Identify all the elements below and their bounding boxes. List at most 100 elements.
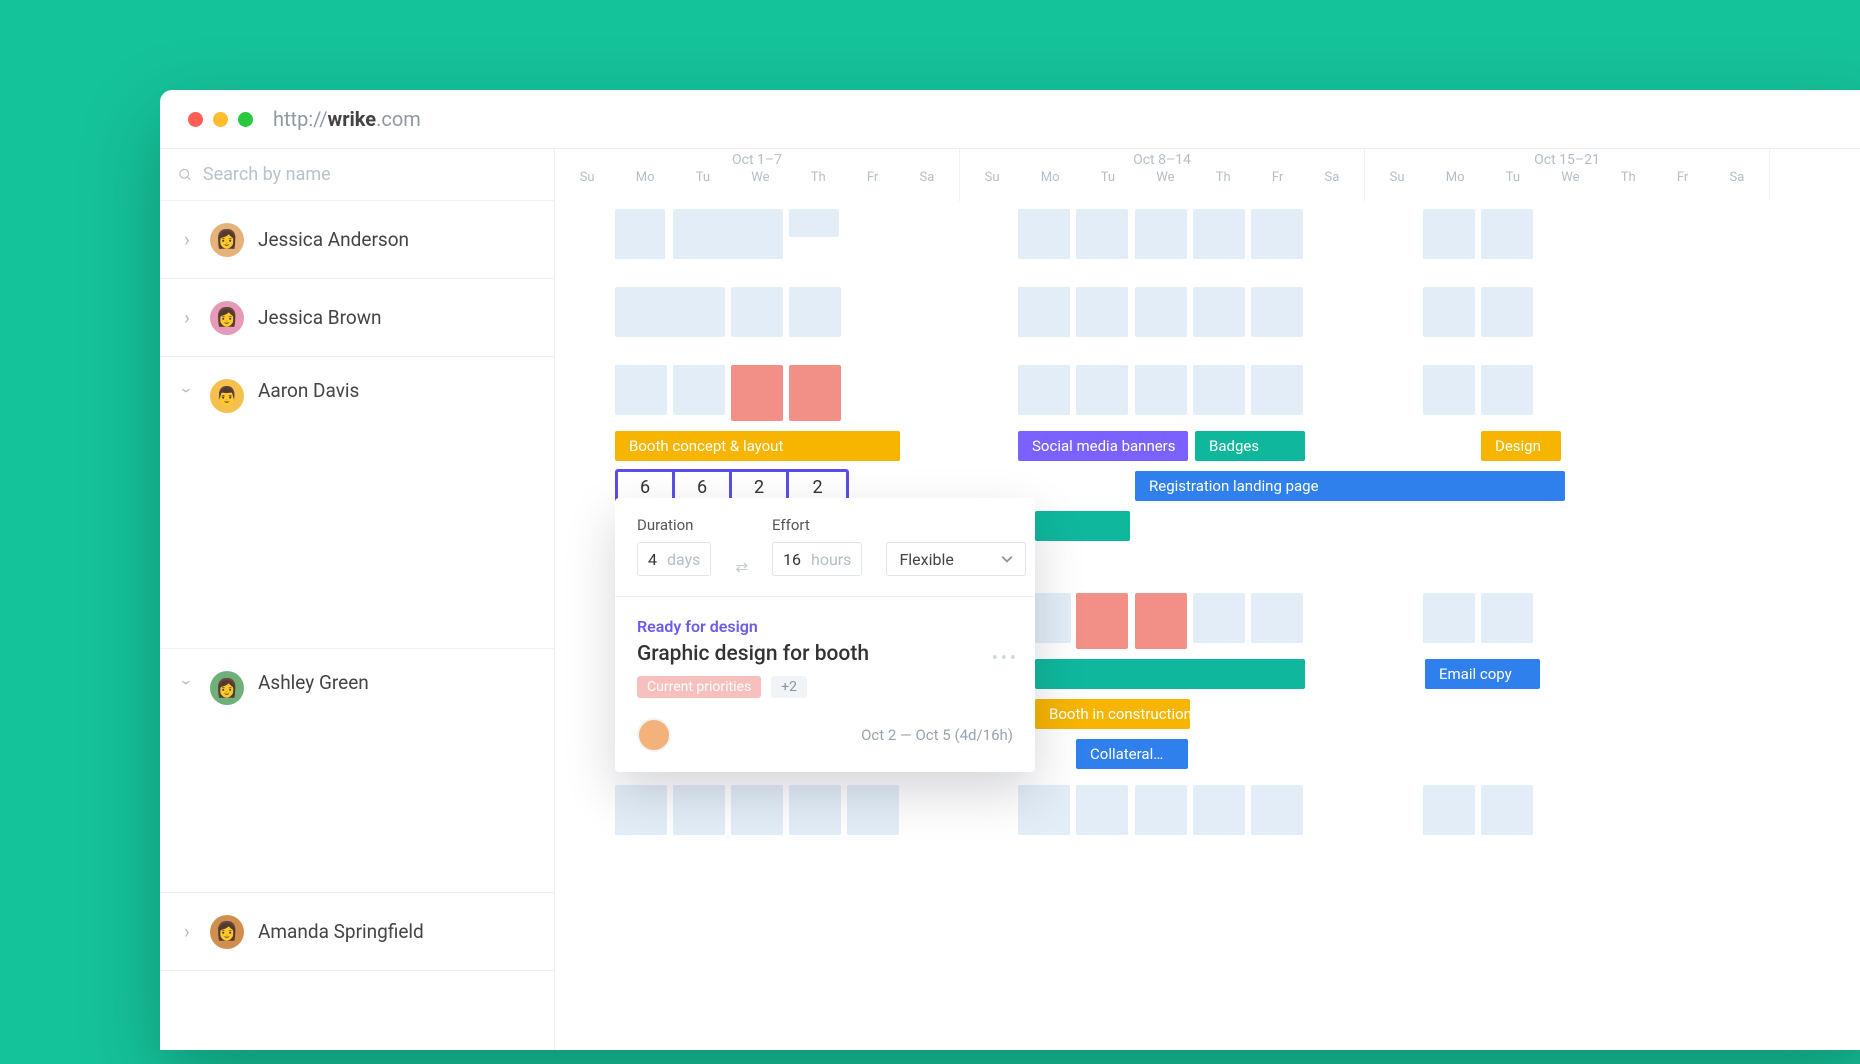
capacity-cell bbox=[1251, 785, 1303, 835]
chevron-down-icon: › bbox=[176, 674, 199, 692]
task-status[interactable]: Ready for design bbox=[637, 617, 1013, 636]
assignee-avatar[interactable] bbox=[637, 718, 671, 752]
task-bar[interactable]: Badges bbox=[1195, 431, 1305, 461]
overload-cell bbox=[1135, 593, 1187, 649]
capacity-cell bbox=[1076, 365, 1128, 415]
capacity-cell bbox=[1135, 287, 1187, 337]
capacity-cell bbox=[731, 287, 783, 337]
task-detail-panel: Duration 4 days ⇄ Effort 16 hours . Flex… bbox=[615, 498, 1035, 772]
capacity-cell bbox=[1423, 785, 1475, 835]
capacity-cell bbox=[1481, 287, 1533, 337]
capacity-cell bbox=[1481, 209, 1533, 259]
effort-input[interactable]: 16 hours bbox=[772, 542, 862, 576]
person-row[interactable]: › 👩 Ashley Green bbox=[160, 649, 554, 893]
capacity-cell bbox=[1251, 365, 1303, 415]
search-icon bbox=[178, 167, 193, 183]
task-bar[interactable]: Design bbox=[1481, 431, 1561, 461]
capacity-cell bbox=[1018, 287, 1070, 337]
capacity-cell bbox=[1193, 209, 1245, 259]
capacity-cell bbox=[1481, 785, 1533, 835]
week-title: Oct 15–21 bbox=[1365, 149, 1769, 168]
effort-mode-select[interactable]: Flexible bbox=[886, 542, 1026, 576]
capacity-cell bbox=[615, 785, 667, 835]
week-header: Oct 1–7 SuMoTuWeThFrSa bbox=[555, 149, 960, 201]
capacity-cell bbox=[1251, 209, 1303, 259]
week-title: Oct 8–14 bbox=[960, 149, 1364, 168]
avatar: 👩 bbox=[210, 671, 244, 705]
avatar: 👩 bbox=[210, 223, 244, 257]
chevron-right-icon: › bbox=[178, 920, 196, 943]
adjust-icon: ⇄ bbox=[729, 558, 754, 576]
capacity-cell bbox=[1018, 365, 1070, 415]
close-icon[interactable] bbox=[188, 112, 203, 127]
minimize-icon[interactable] bbox=[213, 112, 228, 127]
person-row[interactable]: › 👨 Aaron Davis bbox=[160, 357, 554, 649]
day-labels: SuMoTuWeThFrSa bbox=[555, 170, 959, 185]
tag-more[interactable]: +2 bbox=[771, 676, 807, 698]
capacity-cell bbox=[1193, 287, 1245, 337]
day-labels: SuMoTuWeThFrSa bbox=[1365, 170, 1769, 185]
task-bar[interactable]: Registration landing page bbox=[1135, 471, 1565, 501]
maximize-icon[interactable] bbox=[238, 112, 253, 127]
capacity-cell bbox=[1018, 209, 1070, 259]
capacity-cell bbox=[1076, 209, 1128, 259]
people-sidebar: › 👩 Jessica Anderson › 👩 Jessica Brown ›… bbox=[160, 148, 555, 1050]
avatar: 👩 bbox=[210, 301, 244, 335]
avatar: 👩 bbox=[210, 915, 244, 949]
task-tags: Current priorities +2 bbox=[637, 676, 1013, 698]
capacity-cell bbox=[847, 785, 899, 835]
capacity-cell bbox=[1076, 785, 1128, 835]
chevron-right-icon: › bbox=[178, 306, 196, 329]
capacity-cell bbox=[1135, 365, 1187, 415]
day-labels: SuMoTuWeThFrSa bbox=[960, 170, 1364, 185]
chevron-down-icon: › bbox=[176, 382, 199, 400]
duration-label: Duration bbox=[637, 516, 711, 534]
person-row[interactable]: › 👩 Amanda Springfield bbox=[160, 893, 554, 971]
capacity-cell bbox=[1076, 287, 1128, 337]
task-bar[interactable]: Booth concept & layout bbox=[615, 431, 900, 461]
week-title: Oct 1–7 bbox=[555, 149, 959, 168]
url-bar[interactable]: http://wrike.com bbox=[273, 107, 421, 131]
search-input[interactable] bbox=[203, 164, 536, 185]
person-row[interactable]: › 👩 Jessica Anderson bbox=[160, 201, 554, 279]
task-bar[interactable] bbox=[1035, 511, 1130, 541]
task-bar[interactable]: Social media banners bbox=[1018, 431, 1188, 461]
capacity-cell bbox=[1135, 209, 1187, 259]
capacity-cell bbox=[615, 287, 725, 337]
task-title: Graphic design for booth bbox=[637, 642, 1013, 666]
task-bar[interactable]: Booth in construction bbox=[1035, 699, 1190, 729]
week-header: Oct 8–14 SuMoTuWeThFrSa bbox=[960, 149, 1365, 201]
person-row[interactable]: › 👩 Jessica Brown bbox=[160, 279, 554, 357]
capacity-cell bbox=[731, 785, 783, 835]
traffic-lights bbox=[188, 112, 253, 127]
capacity-cell bbox=[1423, 209, 1475, 259]
capacity-cell bbox=[1193, 785, 1245, 835]
overload-cell bbox=[731, 365, 783, 421]
effort-label: Effort bbox=[772, 516, 862, 534]
capacity-cell bbox=[1251, 287, 1303, 337]
task-bar[interactable] bbox=[1035, 659, 1305, 689]
capacity-cell bbox=[1018, 785, 1070, 835]
task-bar[interactable]: Collateral… bbox=[1076, 739, 1188, 769]
person-name: Ashley Green bbox=[258, 671, 369, 694]
search-row bbox=[160, 149, 554, 201]
capacity-cell bbox=[1035, 593, 1071, 643]
url-suffix: .com bbox=[376, 107, 421, 131]
duration-input[interactable]: 4 days bbox=[637, 542, 711, 576]
capacity-cell bbox=[789, 785, 841, 835]
capacity-cell bbox=[673, 365, 725, 415]
capacity-cell bbox=[673, 209, 783, 259]
title-bar: http://wrike.com bbox=[160, 90, 1860, 148]
person-name: Aaron Davis bbox=[258, 379, 359, 402]
capacity-cell bbox=[673, 785, 725, 835]
tag[interactable]: Current priorities bbox=[637, 676, 761, 698]
person-name: Jessica Brown bbox=[258, 306, 381, 329]
capacity-cell bbox=[1423, 593, 1475, 643]
capacity-cell bbox=[1423, 365, 1475, 415]
chevron-down-icon bbox=[1001, 553, 1013, 565]
task-bar[interactable]: Email copy bbox=[1425, 659, 1540, 689]
capacity-cell bbox=[1135, 785, 1187, 835]
task-dates: Oct 2 — Oct 5 (4d/16h) bbox=[861, 726, 1013, 744]
more-icon[interactable]: ••• bbox=[992, 648, 1019, 669]
overload-cell bbox=[1076, 593, 1128, 649]
